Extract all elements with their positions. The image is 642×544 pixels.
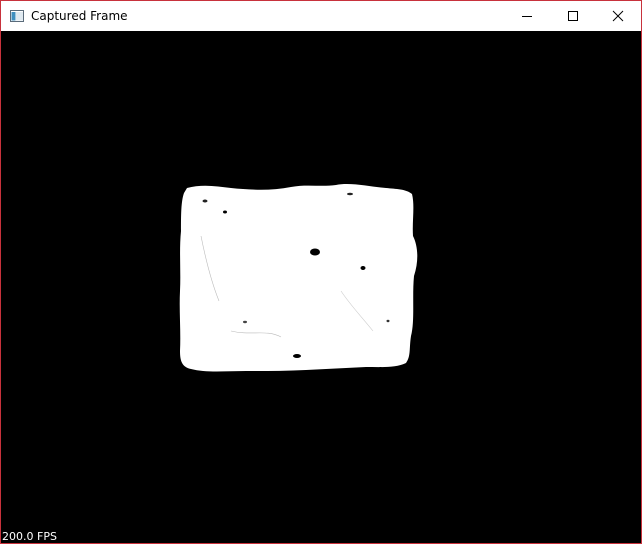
- close-button[interactable]: [595, 1, 641, 31]
- maximize-icon: [568, 11, 578, 21]
- minimize-button[interactable]: [504, 1, 550, 31]
- maximize-button[interactable]: [550, 1, 596, 31]
- fps-counter: 200.0 FPS: [2, 530, 57, 543]
- close-icon: [612, 10, 624, 22]
- frame-canvas: 200.0 FPS: [1, 31, 641, 543]
- window-title: Captured Frame: [31, 9, 128, 23]
- captured-frame-window: Captured Frame 200.0 FPS: [0, 0, 642, 544]
- app-window-icon: [10, 10, 24, 22]
- title-bar[interactable]: Captured Frame: [1, 1, 641, 31]
- minimize-icon: [522, 16, 532, 17]
- white-blob: [179, 184, 418, 372]
- thresholded-frame-image: [1, 31, 641, 543]
